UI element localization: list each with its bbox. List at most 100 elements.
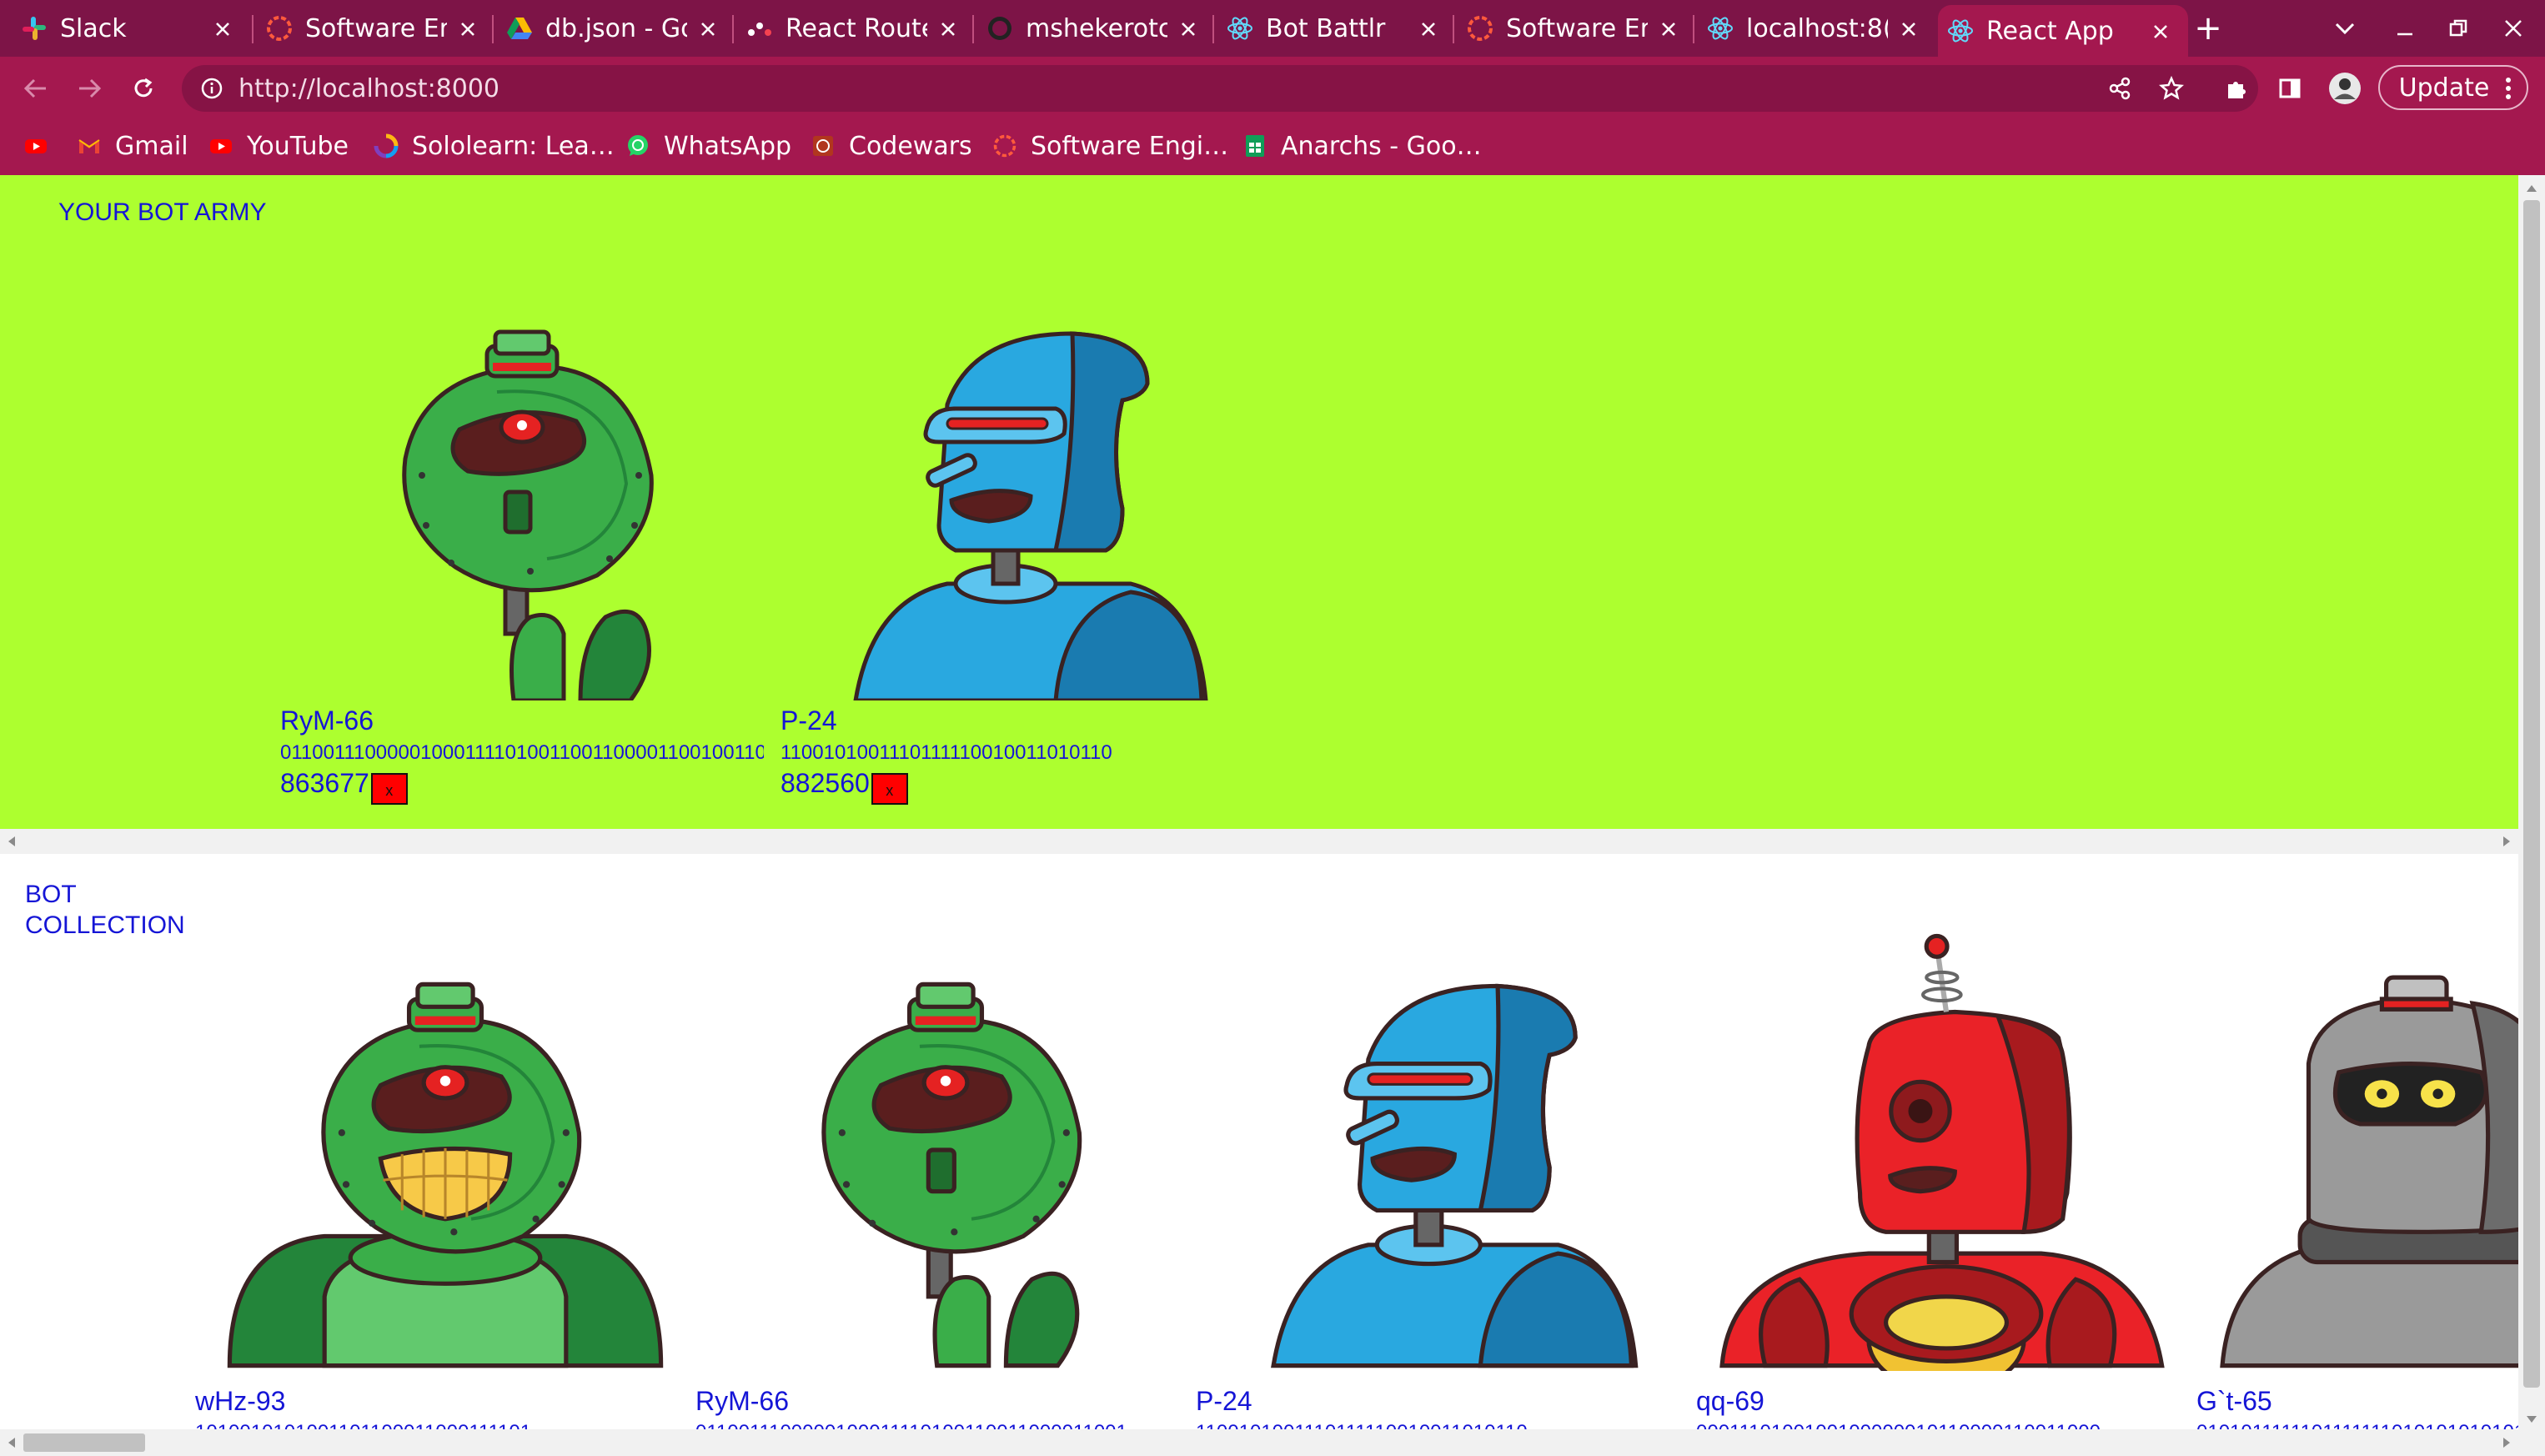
bookmark-item[interactable]: Gmail: [77, 127, 188, 165]
collection-bot-card[interactable]: P-24 1100101001110111110010011010110: [1196, 929, 1696, 1429]
close-window-icon[interactable]: [2495, 10, 2532, 47]
close-tab-icon[interactable]: [700, 14, 715, 43]
close-tab-icon[interactable]: [941, 14, 956, 43]
close-tab-icon[interactable]: [2153, 17, 2168, 46]
back-arrow-icon[interactable]: [17, 70, 53, 107]
minimize-icon[interactable]: [2387, 10, 2423, 47]
update-label: Update: [2398, 73, 2490, 103]
browser-tab[interactable]: React App: [1938, 5, 2188, 57]
bot-number: 882560: [781, 768, 870, 798]
tab-separator: [1212, 15, 1214, 43]
bookmark-item[interactable]: Software Engi…: [992, 127, 1228, 165]
site-info-icon[interactable]: [200, 77, 223, 100]
moringa-icon: [992, 133, 1017, 158]
bot-avatar-green: [402, 329, 654, 700]
tab-separator: [972, 15, 974, 43]
bookmark-label: Software Engi…: [1031, 131, 1229, 161]
bookmark-star-icon[interactable]: [2153, 70, 2190, 107]
bookmark-item[interactable]: Codewars: [811, 127, 972, 165]
bot-name: G`t-65: [2196, 1386, 2272, 1416]
bot-number: 863677: [280, 768, 369, 798]
bookmark-label: YouTube: [247, 131, 349, 161]
army-bot-info[interactable]: RyM-66 011001110000010001111010011001100…: [280, 705, 764, 805]
browser-tab[interactable]: localhost:8(: [1706, 7, 1925, 50]
tab-separator: [1453, 15, 1454, 43]
release-bot-button[interactable]: x: [370, 772, 408, 805]
reload-icon[interactable]: [125, 70, 162, 107]
whatsapp-icon: [625, 133, 650, 158]
collection-heading-line1: BOT: [25, 881, 77, 908]
browser-tab[interactable]: mshekerotc: [986, 7, 1204, 50]
moringa-icon: [265, 14, 294, 43]
side-panel-icon[interactable]: [2271, 70, 2308, 107]
url-text[interactable]: http://localhost:8000: [238, 74, 499, 103]
menu-kebab-icon[interactable]: [2498, 72, 2518, 105]
tab-separator: [492, 15, 494, 43]
tab-title: Software Er: [1506, 13, 1648, 43]
tab-search-chevron-icon[interactable]: [2327, 10, 2363, 47]
restore-icon[interactable]: [2440, 10, 2477, 47]
browser-tab[interactable]: Bot Battlr: [1226, 7, 1444, 50]
collection-bot-card[interactable]: wHz-93 1010010101001101100011000111101: [195, 929, 695, 1429]
sheets-icon: [1242, 133, 1267, 158]
address-bar[interactable]: http://localhost:8000: [182, 65, 2258, 112]
extensions-puzzle-icon[interactable]: [2218, 70, 2255, 107]
bookmark-label: Codewars: [849, 131, 972, 161]
youtube-icon: [208, 133, 233, 158]
browser-tab[interactable]: Software Er: [265, 7, 484, 50]
close-tab-icon[interactable]: [1421, 14, 1436, 43]
bookmark-item[interactable]: Sololearn: Lea…: [374, 127, 615, 165]
profile-avatar-icon[interactable]: [2327, 70, 2363, 107]
tab-title: localhost:8(: [1746, 13, 1888, 43]
army-bot-card[interactable]: [781, 284, 1264, 700]
bot-name: wHz-93: [195, 1386, 286, 1416]
browser-tab[interactable]: React Route: [745, 7, 964, 50]
bookmark-label: Anarchs - Goo…: [1281, 131, 1482, 161]
close-tab-icon[interactable]: [215, 14, 230, 43]
browser-tab[interactable]: db.json - Go: [505, 7, 724, 50]
bot-catchphrase: 1100101001110111110010011010110: [781, 741, 1112, 764]
bookmark-item[interactable]: YouTube: [208, 127, 349, 165]
forward-arrow-icon[interactable]: [72, 70, 108, 107]
close-tab-icon[interactable]: [1901, 14, 1916, 43]
tab-title: Slack: [60, 13, 127, 43]
sololearn-icon: [374, 133, 399, 158]
youtube-icon: [23, 133, 48, 158]
collection-heading: BOT COLLECTION: [25, 879, 185, 941]
browser-tab[interactable]: Slack: [20, 7, 238, 50]
react-router-icon: [745, 14, 774, 43]
collection-horizontal-scrollbar[interactable]: [0, 1429, 2518, 1456]
bot-name: qq-69: [1696, 1386, 1764, 1416]
github-icon: [986, 14, 1014, 43]
collection-bot-card[interactable]: RyM-66 011001110000010001111010011001100…: [695, 929, 1196, 1429]
gmail-icon: [77, 133, 102, 158]
bookmark-item[interactable]: [23, 127, 62, 165]
page-vertical-scrollbar[interactable]: [2518, 175, 2545, 1456]
close-tab-icon[interactable]: [1661, 14, 1676, 43]
codewars-icon: [811, 133, 836, 158]
close-tab-icon[interactable]: [460, 14, 475, 43]
bookmark-item[interactable]: Anarchs - Goo…: [1242, 127, 1482, 165]
browser-tab[interactable]: Software Er: [1466, 7, 1684, 50]
collection-bot-card[interactable]: G`t-65 0101011111101111111010101010101: [2196, 929, 2518, 1429]
bot-avatar-gray: [2220, 975, 2518, 1368]
bot-name: P-24: [1196, 1386, 1252, 1416]
army-bot-info[interactable]: P-24 1100101001110111110010011010110 882…: [781, 705, 1264, 805]
army-horizontal-scrollbar[interactable]: [0, 829, 2518, 854]
share-icon[interactable]: [2101, 70, 2138, 107]
collection-bot-card[interactable]: qq-69 0001110100100100000010110000110011…: [1696, 929, 2196, 1429]
army-bot-card[interactable]: [280, 284, 764, 700]
bot-catchphrase: 0101011111101111111010101010101: [2196, 1421, 2518, 1429]
new-tab-button[interactable]: +: [2190, 9, 2226, 48]
tab-title: React Route: [786, 13, 927, 43]
close-tab-icon[interactable]: [1181, 14, 1196, 43]
bookmark-label: WhatsApp: [664, 131, 792, 161]
tab-separator: [1693, 15, 1694, 43]
bookmark-item[interactable]: WhatsApp: [625, 127, 791, 165]
collection-heading-line2: COLLECTION: [25, 911, 185, 939]
moringa-icon: [1466, 14, 1494, 43]
tab-title: React App: [1986, 16, 2114, 46]
release-bot-button[interactable]: x: [871, 772, 908, 805]
bot-name: RyM-66: [695, 1386, 790, 1416]
tab-separator: [252, 15, 253, 43]
